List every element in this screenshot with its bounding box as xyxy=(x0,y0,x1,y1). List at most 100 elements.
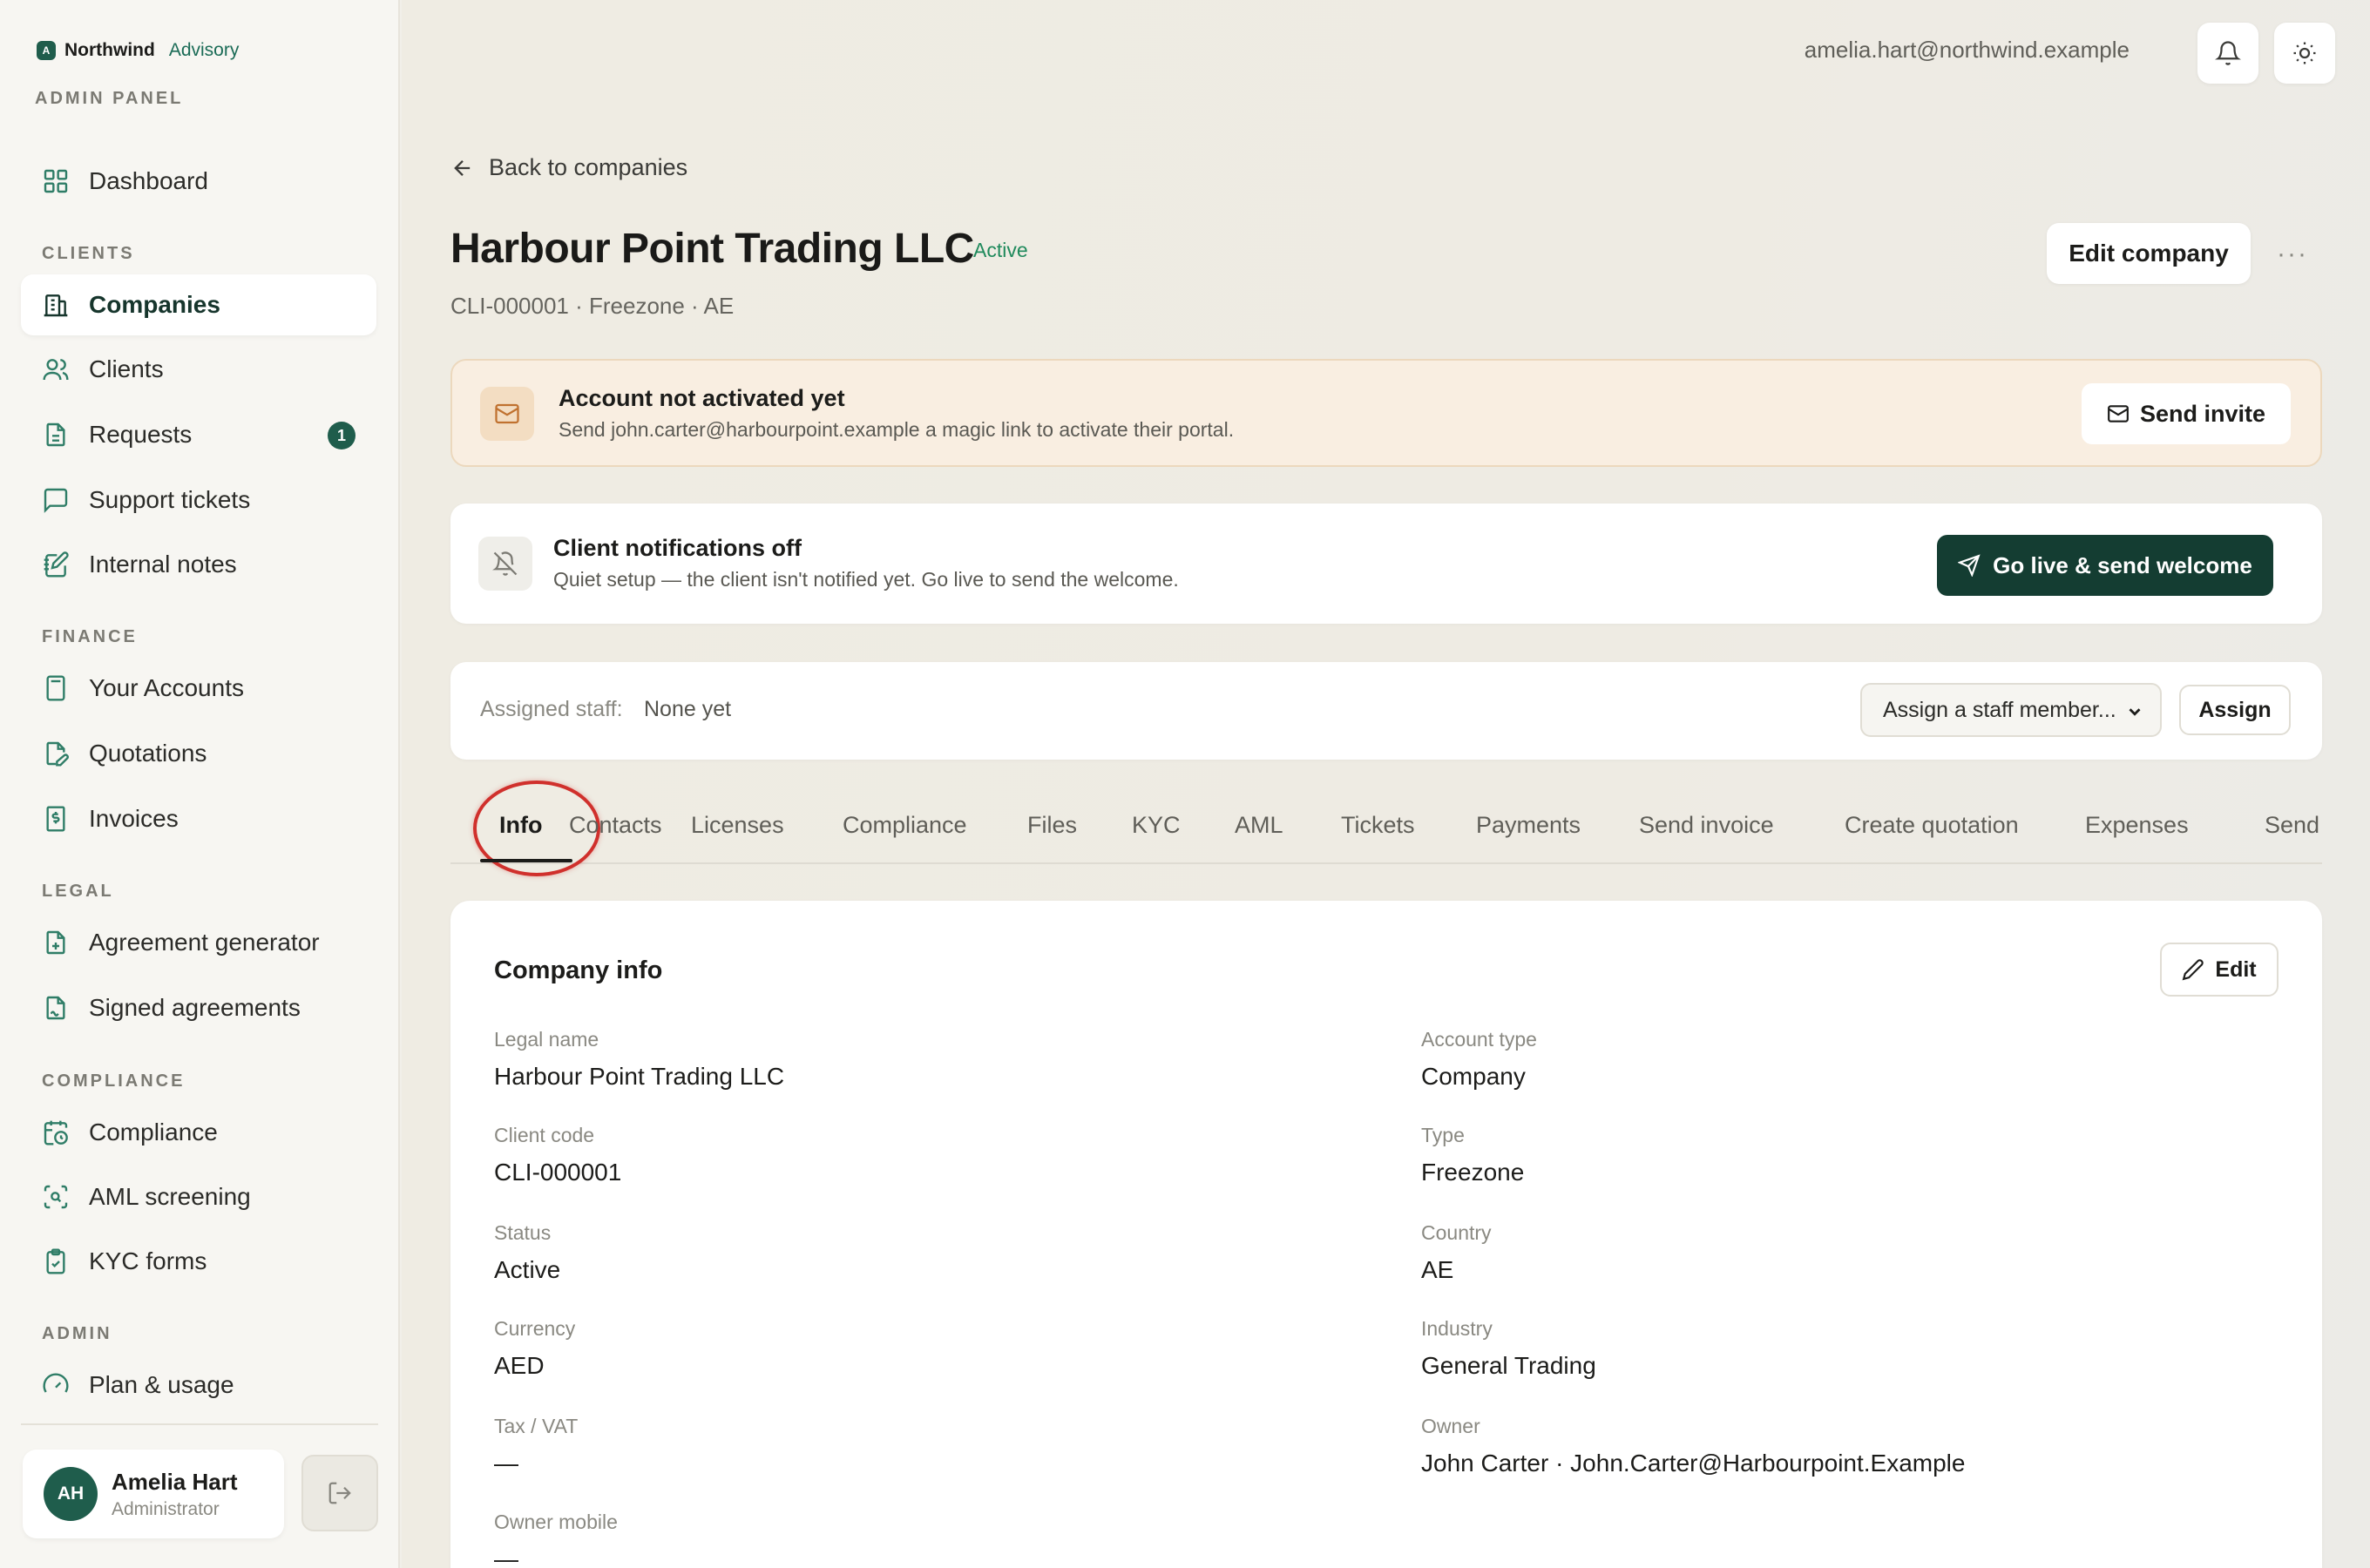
tab-info[interactable]: Info xyxy=(499,812,542,839)
go-live-label: Go live & send welcome xyxy=(1993,551,2252,578)
sidebar-item-plan-usage[interactable]: Plan & usage xyxy=(21,1355,376,1416)
user-name: Amelia Hart xyxy=(112,1468,238,1495)
tab-licenses[interactable]: Licenses xyxy=(691,812,784,839)
notebook-pen-icon xyxy=(42,551,70,578)
sidebar-item-label: Compliance xyxy=(89,1119,218,1146)
sidebar-item-clients[interactable]: Clients xyxy=(21,339,376,400)
sidebar-item-aml-screening[interactable]: AML screening xyxy=(21,1166,376,1227)
sidebar-item-requests[interactable]: Requests 1 xyxy=(21,404,376,465)
country-value: AE xyxy=(1421,1256,1454,1283)
client-code-value: CLI-000001 xyxy=(494,1159,622,1186)
industry-label: Industry xyxy=(1421,1317,1493,1340)
go-live-send-welcome-button[interactable]: Go live & send welcome xyxy=(1937,535,2273,596)
staff-select-value: Assign a staff member... xyxy=(1883,697,2116,722)
more-options-button[interactable]: ··· xyxy=(2275,237,2310,272)
user-role: Administrator xyxy=(112,1498,220,1519)
assigned-staff-card: Assigned staff: None yet Assign a staff … xyxy=(450,662,2322,760)
legal-name-value: Harbour Point Trading LLC xyxy=(494,1063,785,1090)
message-square-icon xyxy=(42,486,70,514)
owner-mobile-label: Owner mobile xyxy=(494,1511,618,1533)
banner-text: Send john.carter@harbourpoint.example a … xyxy=(559,418,1235,441)
tab-send-invoice[interactable]: Send invoice xyxy=(1639,812,1774,839)
type-value: Freezone xyxy=(1421,1159,1525,1186)
sidebar-item-internal-notes[interactable]: Internal notes xyxy=(21,534,376,595)
brand[interactable]: A Northwind Advisory xyxy=(37,40,239,61)
section-legal: LEGAL xyxy=(42,882,114,901)
sidebar-item-companies[interactable]: Companies xyxy=(21,274,376,335)
tab-compliance[interactable]: Compliance xyxy=(843,812,967,839)
user-email: amelia.hart@northwind.example xyxy=(1804,37,2130,63)
sidebar-item-quotations[interactable]: Quotations xyxy=(21,723,376,784)
main-content: amelia.hart@northwind.example Back to co… xyxy=(402,0,2370,1568)
page-subtitle: CLI-000001 · Freezone · AE xyxy=(450,293,735,319)
users-icon xyxy=(42,355,70,383)
sidebar-item-label: Invoices xyxy=(89,805,179,832)
sidebar: A Northwind Advisory ADMIN PANEL Dashboa… xyxy=(0,0,400,1568)
user-card[interactable]: AH Amelia Hart Administrator xyxy=(23,1450,284,1538)
sidebar-item-kyc-forms[interactable]: KYC forms xyxy=(21,1231,376,1292)
sidebar-item-label: Quotations xyxy=(89,740,207,767)
sidebar-item-compliance[interactable]: Compliance xyxy=(21,1102,376,1163)
receipt-icon xyxy=(42,805,70,833)
tab-create-quotation[interactable]: Create quotation xyxy=(1845,812,2019,839)
bell-icon xyxy=(2215,40,2241,66)
scan-search-icon xyxy=(42,1183,70,1211)
assigned-staff-label: Assigned staff: xyxy=(480,697,623,721)
tab-payments[interactable]: Payments xyxy=(1476,812,1581,839)
status-label: Status xyxy=(494,1221,552,1244)
back-label: Back to companies xyxy=(489,154,688,180)
type-label: Type xyxy=(1421,1124,1465,1146)
gauge-icon xyxy=(42,1371,70,1399)
mail-icon xyxy=(2107,402,2130,425)
currency-value: AED xyxy=(494,1352,545,1379)
tab-send[interactable]: Send xyxy=(2265,812,2319,839)
sidebar-item-your-accounts[interactable]: Your Accounts xyxy=(21,658,376,719)
sidebar-item-label: Companies xyxy=(89,291,220,318)
page-title: Harbour Point Trading LLC xyxy=(450,226,974,272)
tab-kyc[interactable]: KYC xyxy=(1132,812,1181,839)
tab-files[interactable]: Files xyxy=(1027,812,1077,839)
edit-company-button[interactable]: Edit company xyxy=(2047,223,2251,284)
sidebar-item-label: Your Accounts xyxy=(89,674,244,701)
notifications-button[interactable] xyxy=(2197,23,2258,84)
theme-toggle-button[interactable] xyxy=(2274,23,2335,84)
logout-button[interactable] xyxy=(301,1455,378,1531)
sidebar-item-label: Internal notes xyxy=(89,551,237,578)
section-finance: FINANCE xyxy=(42,627,138,646)
tab-contacts[interactable]: Contacts xyxy=(569,812,662,839)
back-to-companies-link[interactable]: Back to companies xyxy=(450,154,687,181)
sidebar-item-invoices[interactable]: Invoices xyxy=(21,788,376,849)
section-admin: ADMIN xyxy=(42,1324,112,1343)
company-info-card: Company info Edit Legal name Harbour Poi… xyxy=(450,901,2322,1568)
sun-icon xyxy=(2292,40,2318,66)
pencil-icon xyxy=(2182,958,2204,981)
tab-tickets[interactable]: Tickets xyxy=(1341,812,1415,839)
calculator-icon xyxy=(42,674,70,702)
sidebar-item-label: Signed agreements xyxy=(89,994,301,1021)
country-label: Country xyxy=(1421,1221,1492,1244)
send-invite-label: Send invite xyxy=(2139,400,2266,427)
log-out-icon xyxy=(327,1480,353,1506)
active-tab-indicator xyxy=(480,859,572,862)
file-plus-icon xyxy=(42,929,70,956)
file-pen-icon xyxy=(42,740,70,767)
sidebar-item-agreement-generator[interactable]: Agreement generator xyxy=(21,912,376,973)
edit-info-button[interactable]: Edit xyxy=(2160,943,2279,997)
sidebar-item-label: AML screening xyxy=(89,1183,251,1210)
tab-aml[interactable]: AML xyxy=(1235,812,1283,839)
client-code-label: Client code xyxy=(494,1124,595,1146)
sidebar-item-signed-agreements[interactable]: Signed agreements xyxy=(21,977,376,1038)
sidebar-item-support-tickets[interactable]: Support tickets xyxy=(21,470,376,531)
grid-icon xyxy=(42,167,70,195)
tab-expenses[interactable]: Expenses xyxy=(2085,812,2189,839)
assign-button[interactable]: Assign xyxy=(2179,685,2291,735)
calendar-clock-icon xyxy=(42,1119,70,1146)
brand-sub: Advisory xyxy=(168,40,240,60)
clipboard-check-icon xyxy=(42,1247,70,1275)
requests-count-badge: 1 xyxy=(328,422,356,449)
staff-member-select[interactable]: Assign a staff member... xyxy=(1860,683,2162,737)
send-invite-button[interactable]: Send invite xyxy=(2082,383,2291,444)
file-text-icon xyxy=(42,421,70,449)
sidebar-item-dashboard[interactable]: Dashboard xyxy=(21,151,376,212)
status-value: Active xyxy=(494,1256,561,1283)
